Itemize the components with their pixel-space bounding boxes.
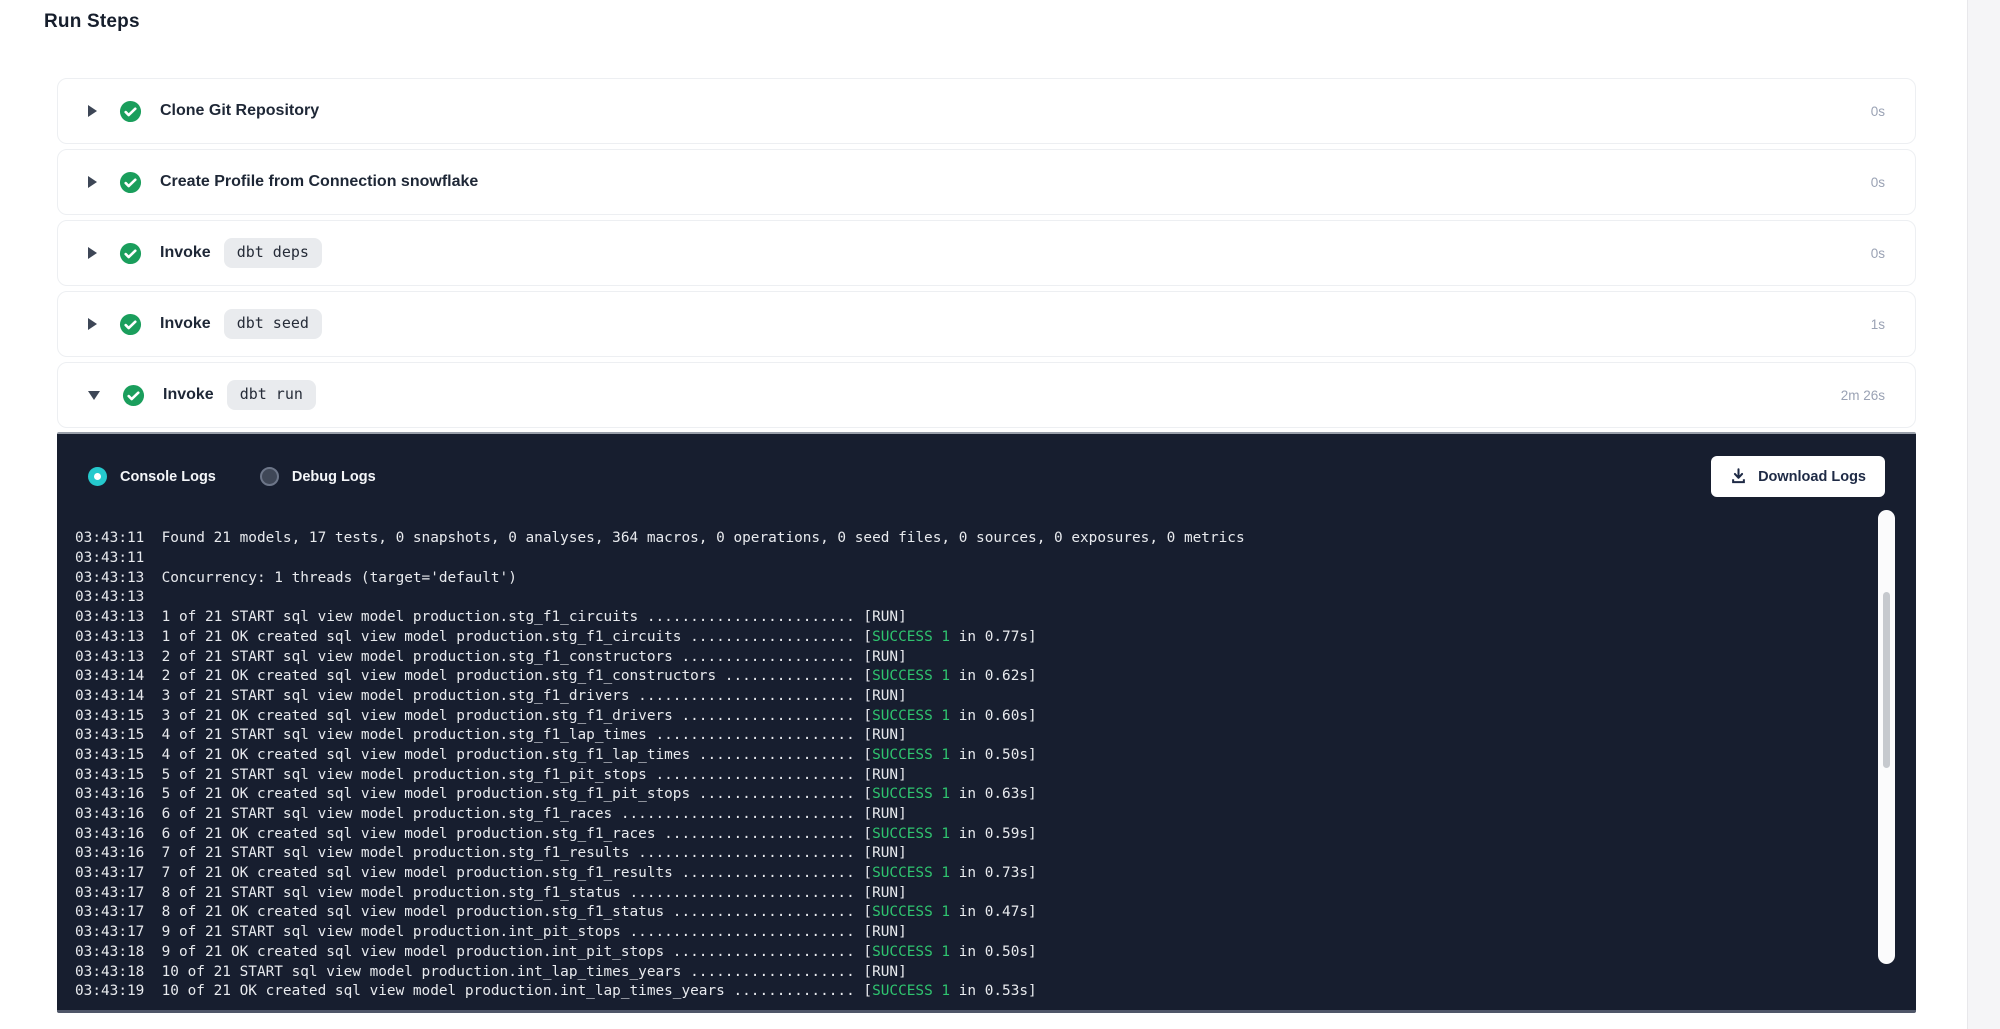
console-log-output: 03:43:11 Found 21 models, 17 tests, 0 sn… (75, 500, 1852, 1000)
step-row[interactable]: Invoke dbt seed 1s (57, 291, 1916, 357)
log-line: 03:43:17 7 of 21 OK created sql view mod… (75, 864, 1852, 884)
step-row[interactable]: Clone Git Repository 0s (57, 78, 1916, 144)
download-icon (1730, 468, 1747, 485)
radio-selected-icon (88, 467, 107, 486)
log-lines: 03:43:11 Found 21 models, 17 tests, 0 sn… (75, 529, 1852, 1000)
log-panel: Console Logs Debug Logs Download Logs 03… (57, 432, 1916, 1013)
check-circle-icon (119, 100, 142, 123)
log-line: 03:43:13 2 of 21 START sql view model pr… (75, 648, 1852, 668)
step-label: Create Profile from Connection snowflake (160, 173, 478, 191)
download-logs-label: Download Logs (1758, 469, 1866, 485)
check-circle-icon (119, 313, 142, 336)
check-circle-icon (119, 242, 142, 265)
log-line: 03:43:17 8 of 21 START sql view model pr… (75, 884, 1852, 904)
debug-logs-label: Debug Logs (292, 469, 376, 485)
right-gutter (1967, 0, 2000, 1029)
log-line: 03:43:13 Concurrency: 1 threads (target=… (75, 569, 1852, 589)
log-line: 03:43:11 (75, 549, 1852, 569)
log-line: 03:43:15 4 of 21 OK created sql view mod… (75, 746, 1852, 766)
log-line: 03:43:16 6 of 21 OK created sql view mod… (75, 825, 1852, 845)
step-label: Clone Git Repository (160, 102, 319, 120)
download-logs-button[interactable]: Download Logs (1711, 456, 1885, 497)
step-duration: 2m 26s (1841, 388, 1885, 403)
step-duration: 0s (1871, 175, 1885, 190)
log-line: 03:43:14 3 of 21 START sql view model pr… (75, 687, 1852, 707)
log-header: Console Logs Debug Logs Download Logs (88, 456, 1885, 497)
log-tabs: Console Logs Debug Logs (88, 467, 376, 486)
step-label: Invoke (160, 244, 211, 262)
caret-right-icon[interactable] (88, 318, 97, 330)
log-scrollbar-track[interactable] (1878, 510, 1895, 964)
log-line: 03:43:16 7 of 21 START sql view model pr… (75, 844, 1852, 864)
log-line: 03:43:16 5 of 21 OK created sql view mod… (75, 785, 1852, 805)
step-label: Invoke (160, 315, 211, 333)
log-line: 03:43:17 8 of 21 OK created sql view mod… (75, 903, 1852, 923)
console-logs-label: Console Logs (120, 469, 216, 485)
radio-unselected-icon (260, 467, 279, 486)
step-label: Invoke (163, 386, 214, 404)
log-scrollbar-thumb[interactable] (1883, 592, 1890, 768)
log-line: 03:43:14 2 of 21 OK created sql view mod… (75, 667, 1852, 687)
page-title: Run Steps (44, 11, 140, 33)
step-duration: 1s (1871, 317, 1885, 332)
command-chip: dbt seed (224, 309, 322, 339)
console-logs-radio[interactable]: Console Logs (88, 467, 216, 486)
log-line: 03:43:13 1 of 21 START sql view model pr… (75, 608, 1852, 628)
step-row[interactable]: Invoke dbt deps 0s (57, 220, 1916, 286)
caret-right-icon[interactable] (88, 176, 97, 188)
step-duration: 0s (1871, 104, 1885, 119)
log-line: 03:43:11 Found 21 models, 17 tests, 0 sn… (75, 529, 1852, 549)
check-circle-icon (119, 171, 142, 194)
step-row[interactable]: Invoke dbt run 2m 26s (57, 362, 1916, 428)
caret-down-icon[interactable] (88, 391, 100, 400)
log-line: 03:43:15 5 of 21 START sql view model pr… (75, 766, 1852, 786)
debug-logs-radio[interactable]: Debug Logs (260, 467, 376, 486)
log-line: 03:43:16 6 of 21 START sql view model pr… (75, 805, 1852, 825)
log-line: 03:43:17 9 of 21 START sql view model pr… (75, 923, 1852, 943)
caret-right-icon[interactable] (88, 247, 97, 259)
log-line: 03:43:13 1 of 21 OK created sql view mod… (75, 628, 1852, 648)
step-row[interactable]: Create Profile from Connection snowflake… (57, 149, 1916, 215)
caret-right-icon[interactable] (88, 105, 97, 117)
check-circle-icon (122, 384, 145, 407)
run-steps-list: Clone Git Repository0sCreate Profile fro… (57, 78, 1916, 433)
log-line: 03:43:15 3 of 21 OK created sql view mod… (75, 707, 1852, 727)
command-chip: dbt deps (224, 238, 322, 268)
log-line: 03:43:18 9 of 21 OK created sql view mod… (75, 943, 1852, 963)
step-duration: 0s (1871, 246, 1885, 261)
log-line: 03:43:18 10 of 21 START sql view model p… (75, 963, 1852, 983)
log-line: 03:43:19 10 of 21 OK created sql view mo… (75, 982, 1852, 1000)
log-line: 03:43:13 (75, 588, 1852, 608)
command-chip: dbt run (227, 380, 316, 410)
log-line: 03:43:15 4 of 21 START sql view model pr… (75, 726, 1852, 746)
